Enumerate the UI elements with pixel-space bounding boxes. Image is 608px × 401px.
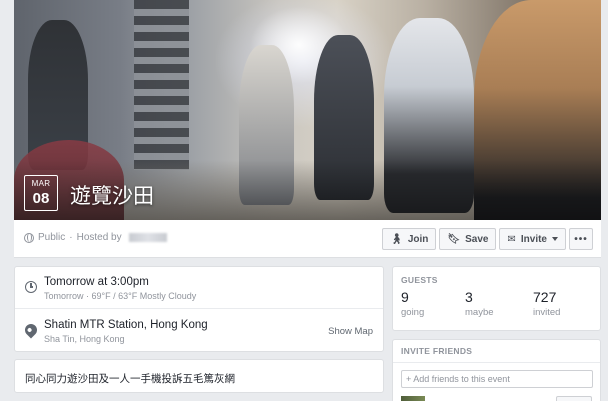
invite-friends-heading: INVITE FRIENDS xyxy=(401,346,473,356)
event-month: MAR xyxy=(31,179,51,188)
event-location-row[interactable]: Shatin MTR Station, Hong Kong Sha Tin, H… xyxy=(15,310,383,352)
add-friends-input[interactable]: + Add friends to this event xyxy=(401,370,593,388)
join-icon: 🚶︎ xyxy=(390,233,403,245)
maybe-count: 3 xyxy=(465,289,473,305)
event-privacy-host: Public · Hosted by xyxy=(24,232,167,243)
cover-pillar xyxy=(134,0,189,170)
location-pin-icon xyxy=(22,321,40,339)
invited-stat[interactable]: 727 invited xyxy=(533,289,560,318)
going-label: going xyxy=(401,307,425,318)
event-date-badge: MAR 08 xyxy=(24,175,58,211)
event-weather: Tomorrow · 69°F / 63°F Mostly Cloudy xyxy=(44,291,197,301)
event-actions: 🚶︎ Join 🔖︎ Save ✉ Invite ••• xyxy=(382,228,593,250)
event-meta-bar: Public · Hosted by 🚶︎ Join 🔖︎ Save ✉ Inv… xyxy=(14,220,601,258)
maybe-label: maybe xyxy=(465,307,494,318)
envelope-icon: ✉ xyxy=(507,233,516,245)
join-label: Join xyxy=(407,233,429,245)
invited-count: 727 xyxy=(533,289,557,305)
event-details-card: Tomorrow at 3:00pm Tomorrow · 69°F / 63°… xyxy=(14,266,384,352)
guests-heading: GUESTS xyxy=(401,275,438,285)
privacy-label: Public xyxy=(38,232,66,243)
invite-label: Invite xyxy=(520,233,547,245)
separator-dot: · xyxy=(69,232,73,243)
event-description-card: 同心同力遊沙田及一人一手機投訴五毛篤灰網 xyxy=(14,359,384,393)
caret-down-icon xyxy=(552,237,558,241)
host-name-redacted[interactable] xyxy=(128,233,167,242)
show-map-link[interactable]: Show Map xyxy=(328,326,373,337)
guests-card: GUESTS 9 going 3 maybe 727 invited xyxy=(392,266,601,331)
event-cover-photo[interactable]: MAR 08 遊覽沙田 xyxy=(14,0,601,220)
going-stat[interactable]: 9 going xyxy=(401,289,424,318)
globe-icon xyxy=(24,232,34,243)
event-description: 同心同力遊沙田及一人一手機投訴五毛篤灰網 xyxy=(25,373,235,385)
save-button[interactable]: 🔖︎ Save xyxy=(439,228,497,250)
invited-label: invited xyxy=(533,307,561,318)
event-location[interactable]: Shatin MTR Station, Hong Kong xyxy=(44,319,208,331)
event-day: 08 xyxy=(32,190,50,207)
invite-friends-card: INVITE FRIENDS + Add friends to this eve… xyxy=(392,339,601,401)
event-title: 遊覽沙田 xyxy=(70,184,154,208)
event-location-sub: Sha Tin, Hong Kong xyxy=(44,334,125,344)
event-time: Tomorrow at 3:00pm xyxy=(44,276,149,288)
event-time-row: Tomorrow at 3:00pm Tomorrow · 69°F / 63°… xyxy=(15,267,383,309)
maybe-stat[interactable]: 3 maybe xyxy=(465,289,494,318)
friend-avatar[interactable] xyxy=(401,396,425,401)
going-count: 9 xyxy=(401,289,409,305)
invite-button[interactable]: ✉ Invite xyxy=(499,228,566,250)
save-label: Save xyxy=(465,233,489,245)
clock-icon xyxy=(25,281,37,293)
divider xyxy=(393,362,600,363)
join-button[interactable]: 🚶︎ Join xyxy=(382,228,437,250)
bookmark-icon: 🔖︎ xyxy=(447,233,461,245)
friend-invite-button[interactable] xyxy=(556,396,592,401)
more-options-button[interactable]: ••• xyxy=(569,228,593,250)
hosted-by-label: Hosted by xyxy=(76,232,122,243)
